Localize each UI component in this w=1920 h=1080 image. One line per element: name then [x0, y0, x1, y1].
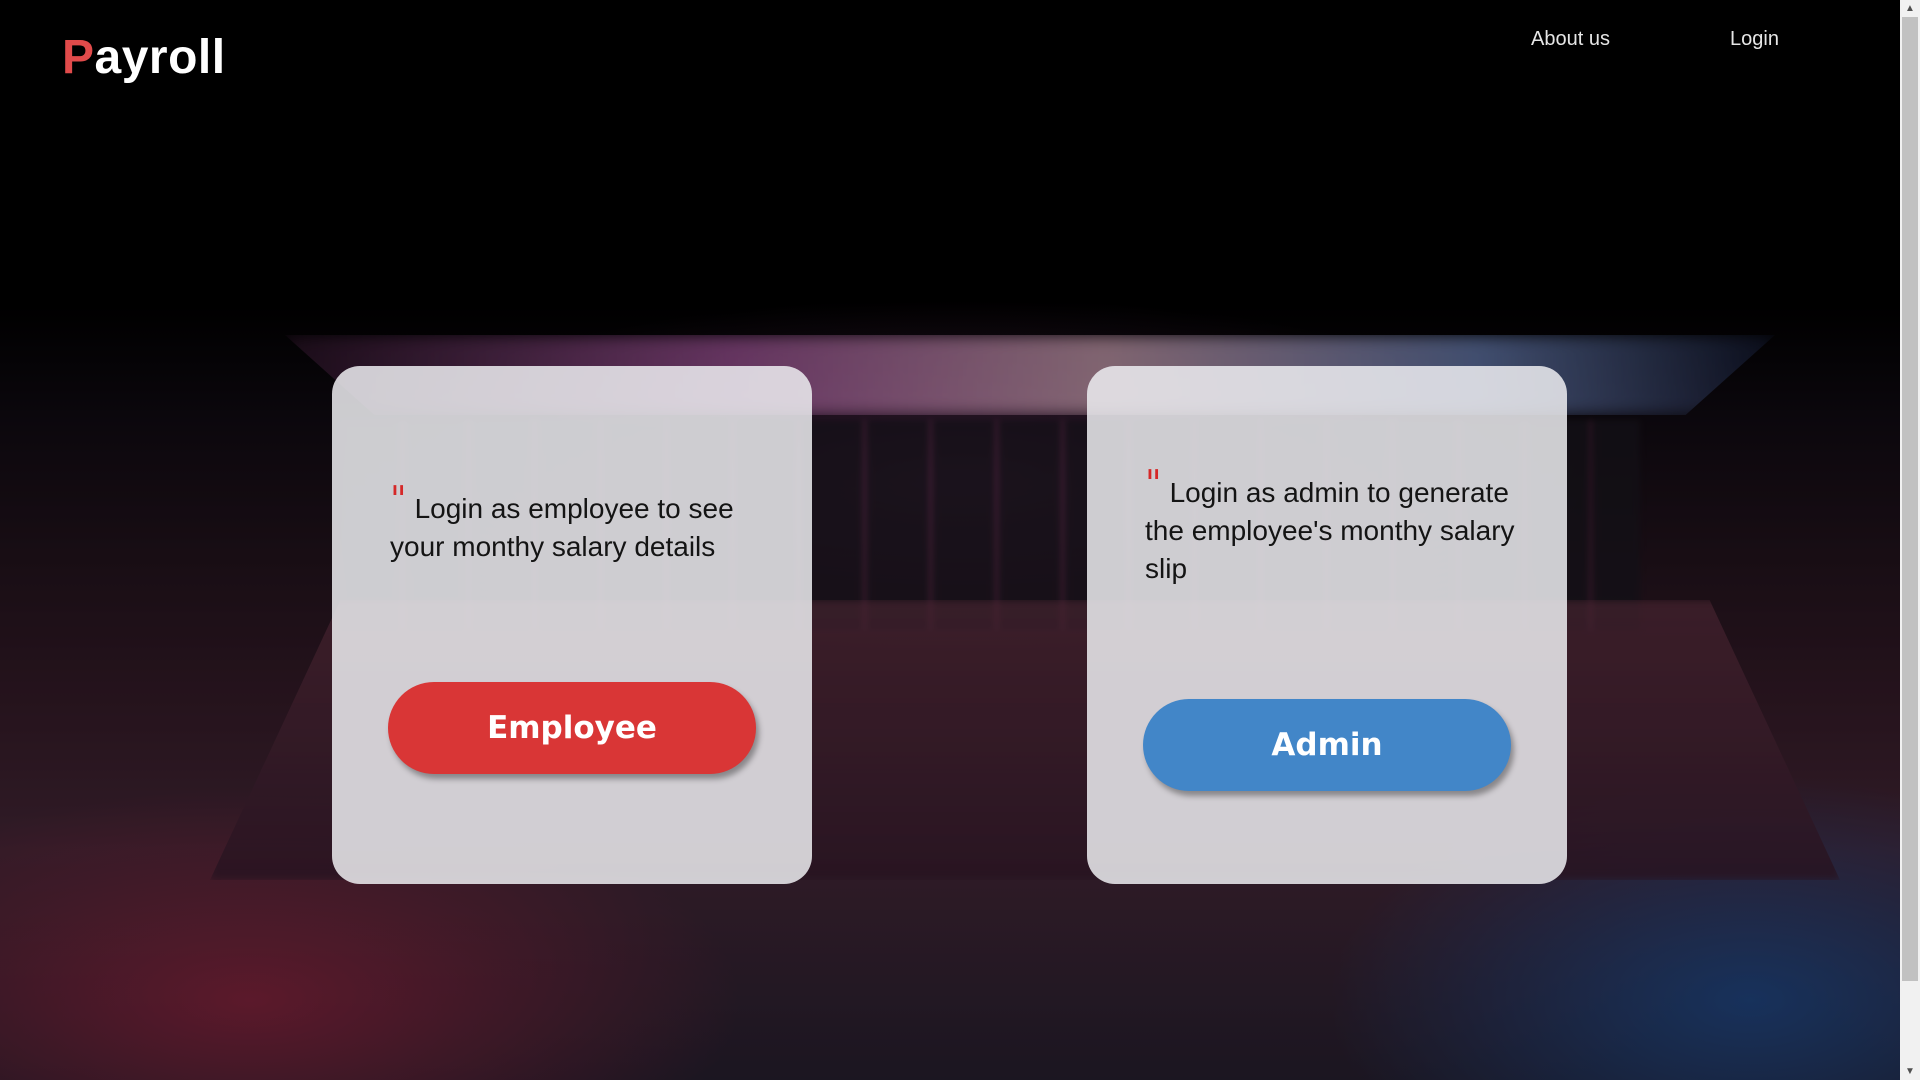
scroll-down-arrow-icon[interactable]: ▼: [1900, 1063, 1920, 1080]
employee-card-description: " Login as employee to see your monthy sa…: [390, 482, 780, 566]
admin-card: " Login as admin to generate the employee…: [1087, 366, 1567, 884]
admin-login-button[interactable]: Admin: [1143, 699, 1511, 791]
nav-login-link[interactable]: Login: [1730, 28, 1779, 51]
employee-card-text: Login as employee to see your monthy sal…: [390, 493, 734, 562]
payroll-landing-page: Payroll About us Login " Login as employe…: [0, 0, 1920, 1080]
scrollbar-thumb[interactable]: [1902, 17, 1918, 981]
laptop-background-image: [0, 0, 1900, 1080]
employee-card: " Login as employee to see your monthy sa…: [332, 366, 812, 884]
nav-about-link[interactable]: About us: [1531, 28, 1610, 51]
background-dim-overlay: [0, 0, 1900, 1080]
quote-mark-icon: ": [1145, 464, 1162, 505]
quote-mark-icon: ": [390, 480, 407, 521]
scroll-up-arrow-icon[interactable]: ▲: [1900, 0, 1920, 17]
admin-card-text: Login as admin to generate the employee'…: [1145, 477, 1515, 584]
vertical-scrollbar[interactable]: ▲ ▼: [1900, 0, 1920, 1080]
admin-card-description: " Login as admin to generate the employee…: [1145, 466, 1535, 588]
top-nav: About us Login: [0, 28, 1920, 58]
employee-login-button[interactable]: Employee: [388, 682, 756, 774]
